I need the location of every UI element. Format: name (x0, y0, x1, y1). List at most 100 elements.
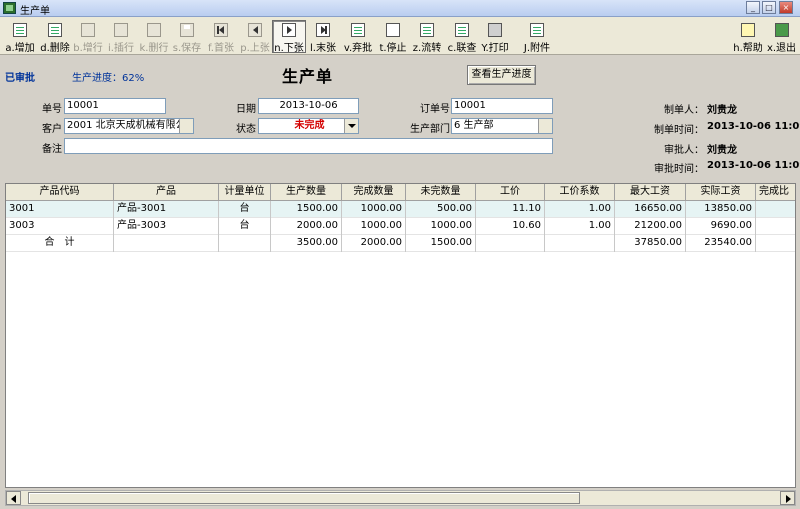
col-header[interactable]: 实际工资 (686, 184, 756, 201)
stop-button[interactable]: t.停止 (376, 20, 410, 54)
table-cell[interactable]: 1000.00 (406, 218, 476, 235)
table-cell[interactable]: 10.60 (476, 218, 545, 235)
col-header[interactable]: 最大工资 (615, 184, 686, 201)
table-cell[interactable]: 1.00 (545, 201, 615, 218)
scroll-left-arrow[interactable] (6, 491, 21, 505)
table-cell[interactable] (756, 218, 795, 235)
state-select[interactable]: 未完成 (258, 118, 359, 134)
save-disk-icon (180, 23, 194, 37)
table-cell[interactable]: 3003 (6, 218, 114, 235)
col-header[interactable]: 计量单位 (219, 184, 271, 201)
table-cell[interactable]: 11.10 (476, 201, 545, 218)
scroll-thumb[interactable] (28, 492, 580, 504)
table-cell[interactable]: 产品-3003 (114, 218, 219, 235)
attachment-icon (530, 23, 544, 37)
col-header[interactable]: 生产数量 (271, 184, 342, 201)
exit-button[interactable]: x.退出 (765, 20, 798, 54)
remark-field[interactable] (64, 138, 553, 154)
detail-grid[interactable]: 产品代码 产品 计量单位 生产数量 完成数量 未完数量 工价 工价系数 最大工资… (5, 183, 796, 488)
total-cell: 1500.00 (406, 235, 476, 252)
table-cell[interactable]: 台 (219, 218, 271, 235)
col-header[interactable]: 工价系数 (545, 184, 615, 201)
close-button[interactable]: × (779, 1, 793, 14)
link-query-button[interactable]: c.联查 (444, 20, 480, 54)
sales-order-field[interactable]: 10001 (451, 98, 553, 114)
minimize-button[interactable]: _ (746, 1, 760, 14)
table-cell (476, 235, 545, 252)
table-row[interactable]: 3001 产品-3001 台 1500.00 1000.00 500.00 11… (6, 201, 795, 218)
table-cell[interactable]: 21200.00 (615, 218, 686, 235)
print-button[interactable]: Y.打印 (477, 20, 513, 54)
customer-picker-button[interactable] (179, 119, 193, 133)
save-button[interactable]: s.保存 (170, 20, 204, 54)
approve-time-value: 2013-10-06 11:09:37 (707, 160, 800, 171)
add-button[interactable]: a.增加 (2, 20, 38, 54)
next-button[interactable]: n.下张 (272, 20, 306, 54)
view-progress-button[interactable]: 查看生产进度 (467, 65, 536, 85)
col-header[interactable]: 产品代码 (6, 184, 114, 201)
table-cell[interactable]: 1500.00 (271, 201, 342, 218)
table-cell[interactable]: 3001 (6, 201, 114, 218)
first-button[interactable]: f.首张 (204, 20, 238, 54)
window-title: 生产单 (20, 6, 50, 17)
table-cell[interactable]: 1.00 (545, 218, 615, 235)
table-row[interactable]: 3003 产品-3003 台 2000.00 1000.00 1000.00 1… (6, 218, 795, 235)
insert-row-button[interactable]: i.插行 (104, 20, 138, 54)
attachment-button[interactable]: J.附件 (519, 20, 555, 54)
grid-header: 产品代码 产品 计量单位 生产数量 完成数量 未完数量 工价 工价系数 最大工资… (6, 184, 795, 201)
add-row-button[interactable]: b.增行 (71, 20, 105, 54)
creator-label: 制单人： (664, 105, 704, 116)
insert-row-icon (114, 23, 128, 37)
abandon-approval-button[interactable]: v.弃批 (340, 20, 376, 54)
delete-row-button[interactable]: k.删行 (137, 20, 171, 54)
abandon-icon (351, 23, 365, 37)
table-cell[interactable]: 2000.00 (271, 218, 342, 235)
app-icon (3, 2, 16, 14)
col-header[interactable]: 产品 (114, 184, 219, 201)
col-header[interactable]: 未完数量 (406, 184, 476, 201)
table-cell[interactable]: 1000.00 (342, 218, 406, 235)
customer-field[interactable]: 2001 北京天成机械有限公司 (64, 118, 194, 134)
maximize-button[interactable]: □ (762, 1, 776, 14)
printer-icon (488, 23, 502, 37)
table-cell (219, 235, 271, 252)
table-cell[interactable] (756, 201, 795, 218)
dept-field[interactable]: 6 生产部 (451, 118, 553, 134)
table-cell[interactable]: 9690.00 (686, 218, 756, 235)
col-header[interactable]: 完成比 (756, 184, 795, 201)
order-no-field[interactable]: 10001 (64, 98, 166, 114)
dept-picker-button[interactable] (538, 119, 552, 133)
add-doc-icon (13, 23, 27, 37)
delete-button[interactable]: d.删除 (37, 20, 73, 54)
table-cell[interactable]: 16650.00 (615, 201, 686, 218)
flow-button[interactable]: z.流转 (409, 20, 445, 54)
last-button[interactable]: l.末张 (306, 20, 340, 54)
col-header[interactable]: 完成数量 (342, 184, 406, 201)
stop-pen-icon (386, 23, 400, 37)
table-cell[interactable]: 产品-3001 (114, 201, 219, 218)
scroll-right-arrow[interactable] (780, 491, 795, 505)
remark-label: 备注 (42, 144, 62, 155)
col-header[interactable]: 工价 (476, 184, 545, 201)
state-value: 未完成 (294, 120, 325, 131)
horizontal-scrollbar[interactable] (5, 490, 796, 506)
chevron-down-icon[interactable] (344, 119, 358, 133)
creator-value: 刘贵龙 (707, 105, 737, 116)
total-row[interactable]: 合 计 3500.00 2000.00 1500.00 37850.00 235… (6, 235, 795, 252)
state-label: 状态 (236, 124, 256, 135)
date-field[interactable]: 2013-10-06 (258, 98, 359, 114)
order-no-label: 单号 (42, 104, 62, 115)
help-button[interactable]: h.帮助 (731, 20, 765, 54)
table-cell[interactable]: 500.00 (406, 201, 476, 218)
dept-value: 6 生产部 (454, 120, 494, 131)
create-time-value: 2013-10-06 11:09:23 (707, 121, 800, 132)
prev-record-icon (248, 23, 262, 37)
delete-row-icon (147, 23, 161, 37)
table-cell[interactable]: 13850.00 (686, 201, 756, 218)
approver-value: 刘贵龙 (707, 145, 737, 156)
table-cell[interactable]: 1000.00 (342, 201, 406, 218)
prev-button[interactable]: p.上张 (238, 20, 272, 54)
total-cell: 3500.00 (271, 235, 342, 252)
approve-time-label: 审批时间： (654, 164, 704, 175)
table-cell[interactable]: 台 (219, 201, 271, 218)
